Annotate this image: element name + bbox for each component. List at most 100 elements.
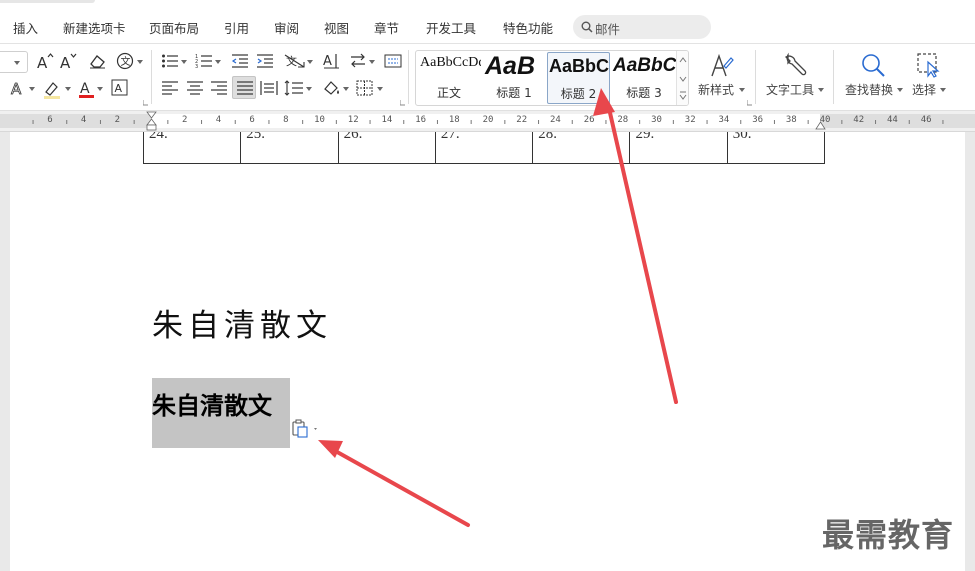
tab-chapter[interactable]: 章节	[374, 18, 399, 37]
align-left-icon[interactable]	[161, 80, 179, 96]
table-cell[interactable]: 25.	[240, 132, 339, 164]
dialog-launcher-icon[interactable]	[747, 100, 753, 106]
dialog-launcher-icon[interactable]	[143, 100, 149, 106]
show-marks-icon[interactable]	[384, 53, 402, 69]
tab-features[interactable]: 特色功能	[503, 18, 553, 37]
svg-text:3: 3	[195, 64, 198, 69]
font-shrink-icon[interactable]: A	[59, 52, 77, 70]
style-heading-1[interactable]: AaB 标题 1	[482, 52, 546, 104]
tab-new-tab[interactable]: 新建选项卡	[63, 18, 126, 37]
menu-tab-bar: 插入 新建选项卡 页面布局 引用 审阅 视图 章节 开发工具 特色功能 邮件	[0, 0, 975, 44]
align-justify-icon	[237, 81, 253, 95]
table-cell[interactable]: 30.	[726, 132, 826, 164]
font-size-box[interactable]	[0, 51, 28, 73]
search-icon	[581, 21, 593, 33]
tab-references[interactable]: 引用	[224, 18, 249, 37]
ruler-number: 46	[920, 115, 932, 125]
tab-review[interactable]: 审阅	[274, 18, 299, 37]
find-replace-button[interactable]: 查找替换	[842, 48, 904, 106]
text-direction-icon[interactable]: 文	[284, 52, 306, 70]
borders-icon[interactable]	[356, 80, 374, 96]
title-strip	[0, 0, 975, 6]
chevron-down-icon	[940, 88, 946, 92]
shading-icon[interactable]	[322, 79, 342, 97]
heading-plain[interactable]: 朱自清散文	[152, 300, 332, 345]
data-table: 24. 25. 26. 27. 28. 29. 30.	[142, 132, 826, 164]
gallery-arrows-icon	[679, 57, 687, 100]
text-effect-icon[interactable]: A	[10, 79, 28, 97]
select-icon	[917, 53, 940, 78]
search-box[interactable]: 邮件	[573, 15, 711, 39]
svg-text:A: A	[11, 80, 22, 97]
style-heading-3[interactable]: AaBbCc 标题 3	[612, 52, 676, 104]
chevron-down-icon	[377, 87, 383, 91]
distributed-icon[interactable]	[260, 80, 278, 96]
chevron-down-icon	[29, 87, 35, 91]
line-spacing-icon[interactable]	[284, 80, 304, 96]
tab-page-layout[interactable]: 页面布局	[149, 18, 199, 37]
ribbon-separator	[408, 50, 409, 104]
ruler-number: 18	[448, 115, 460, 125]
svg-text:A: A	[115, 82, 123, 95]
indent-marker-icon[interactable]	[146, 111, 157, 133]
gallery-scroll[interactable]	[676, 51, 688, 105]
document-page[interactable]	[10, 132, 965, 571]
ruler-number: 44	[887, 115, 898, 125]
chevron-down-icon	[307, 60, 313, 64]
table-cell[interactable]: 28.	[532, 132, 631, 164]
eraser-icon[interactable]	[87, 52, 107, 70]
new-style-button[interactable]: 新样式	[695, 48, 750, 106]
select-button[interactable]: 选择	[909, 48, 955, 106]
ruler-number: 14	[381, 115, 393, 125]
align-center-icon[interactable]	[186, 80, 204, 96]
decrease-indent-icon[interactable]	[231, 53, 249, 69]
wrench-icon	[784, 52, 807, 76]
ruler-number: 6	[47, 115, 53, 125]
increase-indent-icon[interactable]	[256, 53, 274, 69]
numbering-icon[interactable]: 1 2 3	[195, 53, 213, 69]
ruler-number: 22	[516, 115, 528, 125]
tab-insert[interactable]: 插入	[13, 18, 38, 37]
horizontal-ruler[interactable]: 6 4 2 2 4 6 8 10 12 14 16 18 20 22 24 26 28 30 32 34 36 38 40 4…	[0, 110, 975, 132]
phonetic-icon[interactable]: 文	[116, 51, 136, 71]
table-cell[interactable]: 29.	[629, 132, 728, 164]
new-style-icon	[711, 53, 734, 77]
ruler-number: 12	[347, 115, 359, 125]
style-heading-2[interactable]: AaBbC 标题 2	[547, 52, 610, 104]
ruler-number: 4	[80, 115, 87, 125]
ribbon-separator	[833, 50, 834, 104]
ruler-number: 8	[283, 115, 289, 125]
dialog-launcher-icon[interactable]	[400, 100, 406, 106]
font-grow-icon[interactable]: A	[36, 52, 54, 70]
text-tools-button[interactable]: 文字工具	[763, 48, 827, 106]
ribbon-toolbar: A A 文 A A A 1 2 3 文 A AaBbCcDd 正文 AaB 标题…	[0, 44, 975, 110]
justify-button[interactable]	[232, 76, 256, 99]
ruler-number: 38	[785, 115, 797, 125]
paste-options-icon	[292, 419, 317, 438]
ruler-number: 24	[550, 115, 561, 125]
chevron-down-icon	[14, 61, 20, 65]
ruler-number: 4	[215, 115, 222, 125]
align-right-icon[interactable]	[210, 80, 228, 96]
table-cell[interactable]: 24.	[142, 132, 242, 164]
paste-options-button[interactable]	[291, 419, 321, 439]
style-normal[interactable]: AaBbCcDd 正文	[417, 52, 481, 104]
table-cell[interactable]: 27.	[434, 132, 534, 164]
chevron-down-icon	[65, 87, 71, 91]
ruler-number: 40	[819, 115, 831, 125]
tab-developer[interactable]: 开发工具	[426, 18, 476, 37]
ruler-number: 28	[617, 115, 629, 125]
tab-view[interactable]: 视图	[324, 18, 349, 37]
svg-text:A: A	[323, 54, 332, 69]
highlight-icon[interactable]	[42, 79, 64, 99]
chevron-down-icon	[137, 60, 143, 64]
swap-icon[interactable]	[349, 52, 367, 70]
char-border-icon[interactable]: A	[111, 79, 129, 97]
heading-bold-selected[interactable]: 朱自清散文	[152, 386, 272, 421]
sort-icon[interactable]: A	[322, 52, 340, 70]
chevron-down-icon	[343, 87, 349, 91]
font-color-icon[interactable]: A	[78, 79, 96, 99]
table-cell[interactable]: 26.	[337, 132, 436, 164]
bullets-icon[interactable]	[161, 53, 179, 69]
style-gallery: AaBbCcDd 正文 AaB 标题 1 AaBbC 标题 2 AaBbCc 标…	[415, 50, 689, 106]
